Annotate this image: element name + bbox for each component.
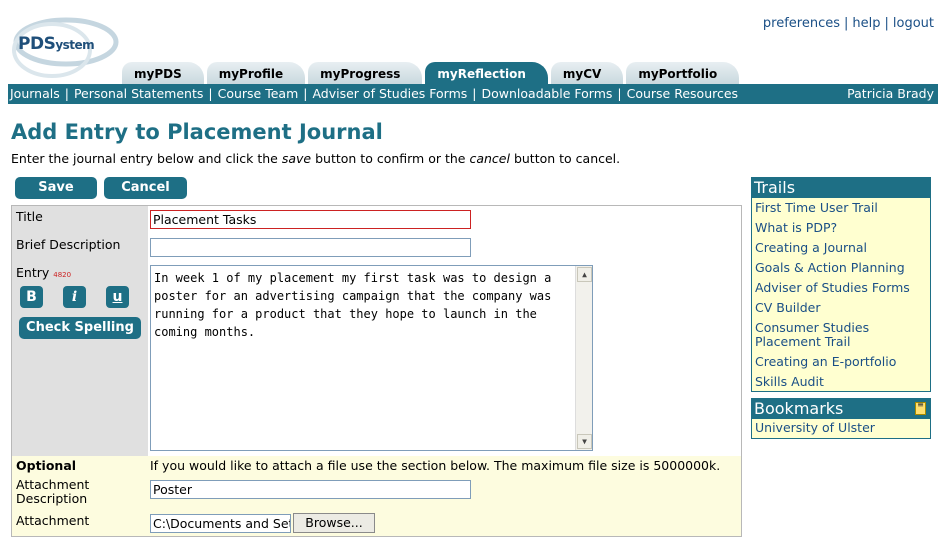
user-name: Patricia Brady	[847, 86, 934, 101]
bookmarks-header: Bookmarks ≡	[752, 399, 930, 419]
bookmark-add-icon[interactable]: ≡	[915, 401, 926, 415]
attachment-file-input[interactable]: C:\Documents and Setti	[150, 514, 291, 533]
entry-textarea[interactable]: In week 1 of my placement my first task …	[150, 265, 593, 451]
tab-mypds[interactable]: myPDS	[122, 62, 204, 84]
nav-journals[interactable]: Journals	[10, 86, 60, 101]
main-tabs: myPDS myProfile myProgress myReflection …	[122, 62, 742, 84]
entry-scrollbar[interactable]: ▲ ▼	[575, 266, 592, 450]
logo-main-text: PDS	[18, 34, 56, 54]
nav-course-resources[interactable]: Course Resources	[627, 86, 738, 101]
attachment-label: Attachment	[16, 513, 90, 528]
check-spelling-button[interactable]: Check Spelling	[19, 317, 141, 339]
nav-downloadable-forms[interactable]: Downloadable Forms	[482, 86, 613, 101]
bookmarks-panel: Bookmarks ≡ University of Ulster	[751, 398, 931, 439]
tab-mycv[interactable]: myCV	[550, 62, 624, 84]
cancel-button[interactable]: Cancel	[104, 177, 187, 199]
tab-myprofile[interactable]: myProfile	[206, 62, 306, 84]
trail-item[interactable]: Consumer Studies Placement Trail	[752, 321, 892, 349]
trails-heading: Trails	[752, 178, 930, 198]
help-link[interactable]: help	[852, 16, 880, 31]
browse-button[interactable]: Browse...	[293, 513, 375, 533]
save-button[interactable]: Save	[15, 177, 97, 199]
scroll-up-icon[interactable]: ▲	[577, 267, 592, 282]
bookmarks-heading: Bookmarks	[754, 399, 844, 418]
scroll-down-icon[interactable]: ▼	[577, 434, 592, 449]
trail-item[interactable]: Creating a Journal	[752, 241, 930, 255]
trail-item[interactable]: Creating an E-portfolio	[752, 355, 930, 369]
optional-label: Optional	[16, 458, 77, 473]
page-title: Add Entry to Placement Journal	[11, 120, 383, 144]
attachment-description-label: Attachment Description	[16, 477, 90, 506]
nav-personal-statements[interactable]: Personal Statements	[74, 86, 203, 101]
tab-myreflection[interactable]: myReflection	[425, 62, 548, 84]
trail-item[interactable]: Adviser of Studies Forms	[752, 281, 930, 295]
entry-label: Entry 4820	[16, 265, 72, 280]
optional-attachment-section: Optional If you would like to attach a f…	[12, 456, 741, 536]
tab-myprogress[interactable]: myProgress	[308, 62, 423, 84]
preferences-link[interactable]: preferences	[763, 16, 840, 31]
italic-button[interactable]: i	[63, 286, 86, 308]
underline-button[interactable]: u	[106, 286, 129, 308]
logout-link[interactable]: logout	[893, 16, 934, 31]
brief-description-input[interactable]	[150, 238, 471, 257]
trail-item[interactable]: Goals & Action Planning	[752, 261, 930, 275]
trail-item[interactable]: CV Builder	[752, 301, 930, 315]
bookmark-item[interactable]: University of Ulster	[752, 421, 930, 435]
instructions: Enter the journal entry below and click …	[11, 151, 621, 166]
brief-description-label: Brief Description	[16, 237, 121, 252]
nav-course-team[interactable]: Course Team	[218, 86, 299, 101]
trail-item[interactable]: What is PDP?	[752, 221, 930, 235]
tab-myportfolio[interactable]: myPortfolio	[626, 62, 740, 84]
attachment-description-input[interactable]: Poster	[150, 480, 471, 499]
sub-navigation: Journals | Personal Statements | Course Team…	[8, 84, 938, 104]
entry-text: In week 1 of my placement my first task …	[154, 271, 552, 339]
logo-sub-text: ystem	[55, 38, 95, 52]
optional-instructions: If you would like to attach a file use t…	[150, 458, 721, 473]
nav-adviser-forms[interactable]: Adviser of Studies Forms	[312, 86, 467, 101]
title-label: Title	[16, 209, 43, 224]
journal-entry-form: Title Placement Tasks Brief Description …	[11, 205, 742, 537]
trail-item[interactable]: Skills Audit	[752, 375, 930, 389]
title-input[interactable]: Placement Tasks	[150, 210, 471, 229]
trail-item[interactable]: First Time User Trail	[752, 201, 930, 215]
bold-button[interactable]: B	[20, 286, 43, 308]
top-links: preferences | help | logout	[762, 16, 934, 31]
trails-panel: Trails First Time User Trail What is PDP…	[751, 177, 931, 392]
entry-char-count: 4820	[53, 271, 72, 279]
pds-logo: PDSystem	[8, 12, 120, 80]
